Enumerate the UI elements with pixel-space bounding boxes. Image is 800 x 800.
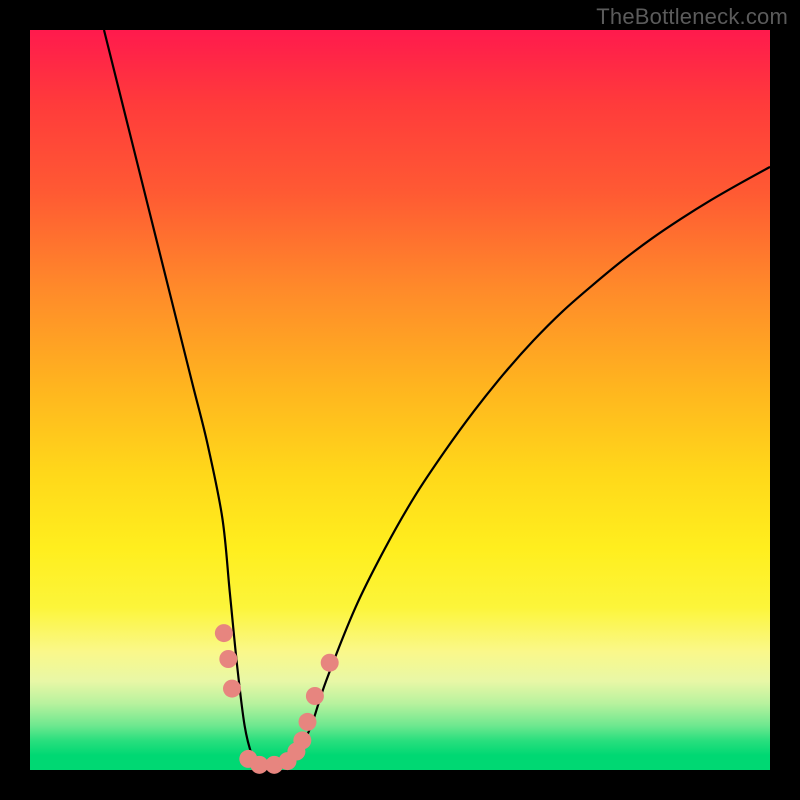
- data-marker: [215, 624, 233, 642]
- data-marker: [223, 680, 241, 698]
- chart-frame: TheBottleneck.com: [0, 0, 800, 800]
- data-marker: [219, 650, 237, 668]
- data-marker: [293, 731, 311, 749]
- chart-plot-area: [30, 30, 770, 770]
- bottleneck-curve: [104, 30, 770, 767]
- data-marker: [306, 687, 324, 705]
- data-markers: [215, 624, 339, 774]
- data-marker: [321, 654, 339, 672]
- data-marker: [299, 713, 317, 731]
- watermark-text: TheBottleneck.com: [596, 4, 788, 30]
- chart-svg: [30, 30, 770, 770]
